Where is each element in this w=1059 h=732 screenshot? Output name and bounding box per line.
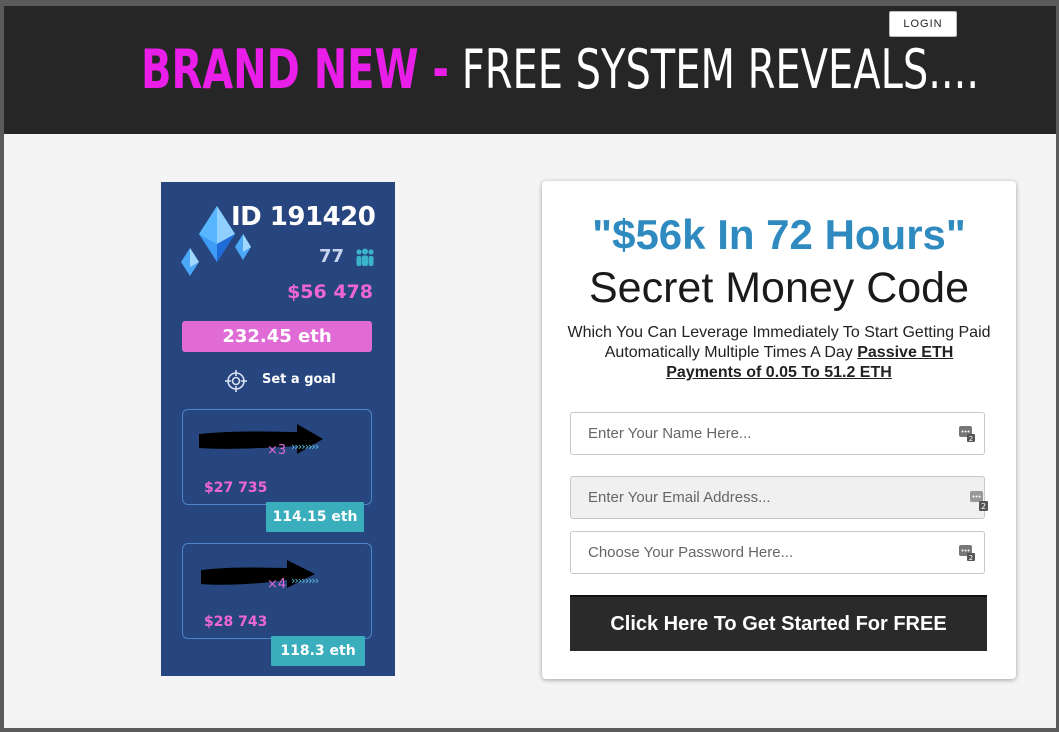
level-multiplier: ×4: [267, 577, 287, 592]
offer-title: "$56k In 72 Hours": [592, 211, 966, 258]
ethereum-crystal-icon: [199, 206, 235, 262]
offer-subtitle: Secret Money Code: [588, 264, 970, 312]
user-id: ID 191420: [231, 202, 376, 232]
svg-text:2: 2: [969, 554, 973, 561]
password-manager-icon[interactable]: 2: [970, 491, 988, 511]
level-multiplier: ×3: [267, 443, 287, 458]
people-icon: [356, 248, 374, 266]
small-crystal-icon: [181, 248, 199, 276]
level-usd: $28 743: [204, 614, 268, 630]
header-bar: LOGIN BRAND NEW - FREE SYSTEM REVEALS...…: [4, 6, 1056, 134]
name-placeholder: Enter Your Name Here...: [588, 425, 752, 442]
member-count: 77: [319, 246, 345, 267]
level-usd: $27 735: [204, 480, 268, 496]
set-goal-label: Set a goal: [262, 372, 336, 387]
page-frame: LOGIN BRAND NEW - FREE SYSTEM REVEALS...…: [4, 6, 1056, 728]
headline-highlight: BRAND NEW -: [141, 38, 450, 101]
svg-text:2: 2: [981, 502, 986, 511]
level-eth-badge: 114.15 eth: [266, 502, 364, 532]
chevrons-icon: ››››››››: [291, 440, 319, 453]
target-icon: [225, 370, 247, 392]
level-eth-badge: 118.3 eth: [271, 636, 365, 666]
page-headline: BRAND NEW - FREE SYSTEM REVEALS....: [141, 34, 979, 106]
svg-text:2: 2: [969, 435, 973, 442]
signup-card: "$56k In 72 Hours" Secret Money Code Whi…: [542, 181, 1016, 679]
email-field[interactable]: Enter Your Email Address... 2: [570, 476, 988, 519]
chevrons-icon: ››››››››: [291, 574, 319, 587]
headline-rest: FREE SYSTEM REVEALS....: [449, 38, 980, 101]
password-placeholder: Choose Your Password Here...: [588, 544, 794, 561]
level-card: ×3 ›››››››› $27 735: [182, 409, 372, 505]
password-manager-icon[interactable]: 2: [959, 545, 975, 561]
dashboard-screenshot: ID 191420 77 $56 478 232.45 eth Set a go…: [161, 182, 395, 676]
usd-total: $56 478: [287, 281, 373, 303]
small-crystal-icon: [235, 234, 251, 260]
password-manager-icon[interactable]: 2: [959, 426, 975, 442]
offer-description: Which You Can Leverage Immediately To St…: [566, 323, 992, 383]
email-placeholder: Enter Your Email Address...: [588, 489, 771, 506]
eth-total-badge: 232.45 eth: [182, 321, 372, 352]
level-card: ×4 ›››››››› $28 743: [182, 543, 372, 639]
password-field[interactable]: Choose Your Password Here... 2: [570, 531, 985, 574]
name-field[interactable]: Enter Your Name Here... 2: [570, 412, 985, 455]
get-started-button[interactable]: Click Here To Get Started For FREE: [570, 595, 987, 651]
